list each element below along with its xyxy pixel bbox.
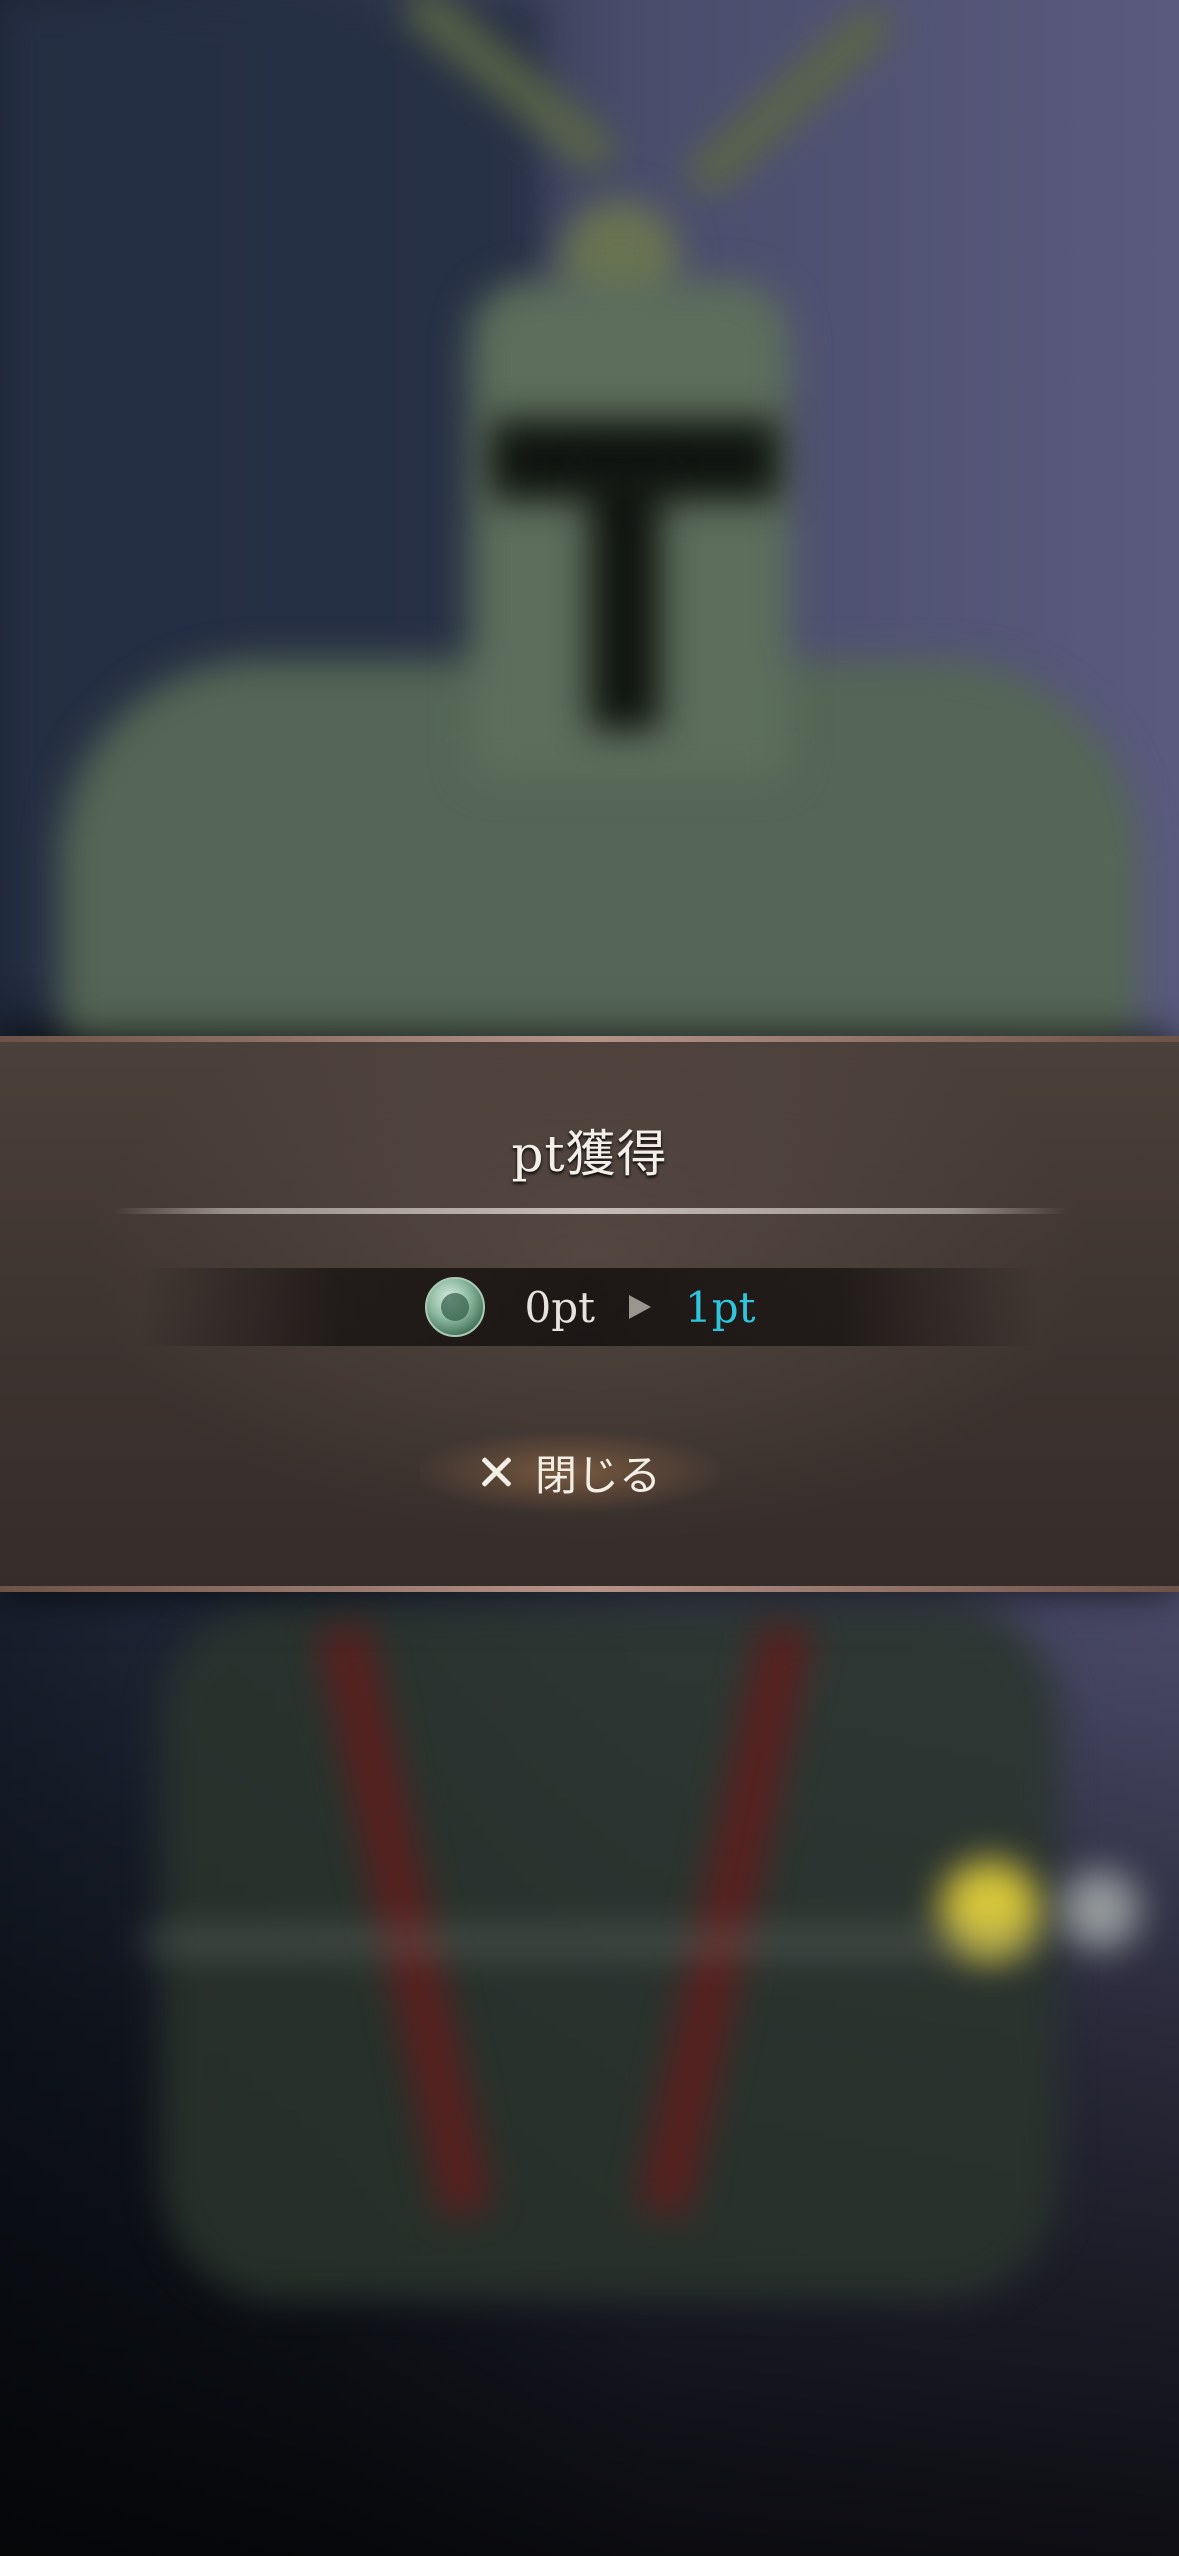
points-change-row: 0pt 1pt	[140, 1268, 1040, 1346]
close-button[interactable]: 閉じる	[420, 1432, 720, 1512]
dialog-title: pt獲得	[511, 1125, 668, 1183]
close-icon	[479, 1455, 513, 1489]
close-button-label: 閉じる	[534, 1450, 661, 1500]
arrow-right-icon	[629, 1295, 651, 1319]
game-screen: pt獲得 0pt 1pt 閉じる	[0, 0, 1179, 2556]
pt-gain-dialog: pt獲得 0pt 1pt 閉じる	[0, 1036, 1179, 1592]
points-after: 1pt	[685, 1282, 756, 1332]
medal-coin-icon	[424, 1277, 485, 1337]
points-before: 0pt	[524, 1282, 596, 1332]
dialog-bottom-border	[0, 1586, 1179, 1592]
dialog-top-border	[0, 1036, 1179, 1042]
title-divider	[112, 1208, 1067, 1214]
